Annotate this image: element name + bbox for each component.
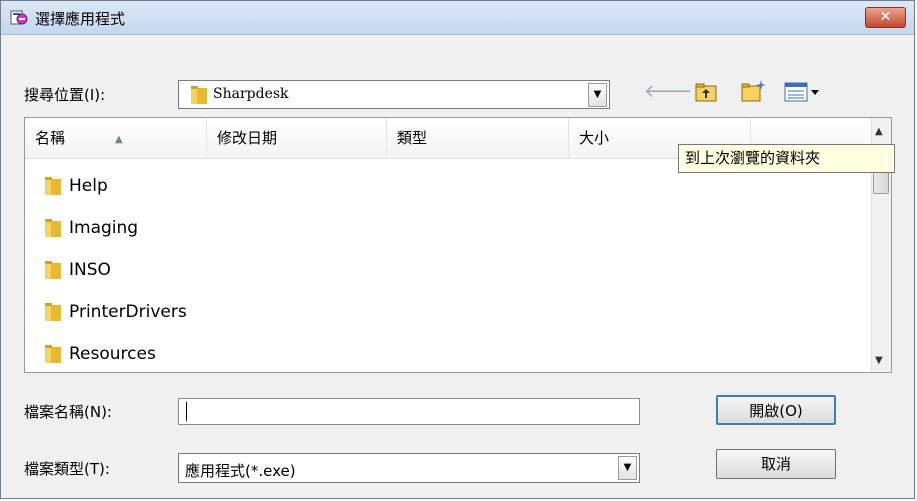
back-arrow-icon[interactable]: 🡐 bbox=[644, 81, 692, 102]
file-name: PrinterDrivers bbox=[69, 302, 187, 322]
filetype-combobox[interactable]: 應用程式(*.exe) ▼ bbox=[178, 453, 640, 483]
column-header-modified[interactable]: 修改日期 bbox=[207, 118, 387, 158]
close-button[interactable]: ✕ bbox=[865, 7, 906, 28]
list-item[interactable]: INSO bbox=[45, 255, 111, 285]
filetype-value: 應用程式(*.exe) bbox=[185, 462, 296, 480]
list-item[interactable]: Resources bbox=[45, 339, 156, 369]
lookin-value: Sharpdesk bbox=[213, 86, 289, 102]
open-with-dialog: 選擇應用程式 ✕ 搜尋位置(I): Sharpdesk ▼ 🡐 名稱 ▲ 修改日… bbox=[0, 0, 915, 499]
filetype-label: 檔案類型(T): bbox=[24, 460, 110, 478]
lookin-combobox[interactable]: Sharpdesk ▼ bbox=[178, 80, 610, 109]
sort-up-icon: ▲ bbox=[115, 134, 123, 145]
text-caret bbox=[186, 402, 187, 421]
folder-icon bbox=[45, 303, 61, 321]
column-label: 類型 bbox=[397, 129, 428, 147]
scroll-up-icon[interactable]: ▲ bbox=[875, 126, 883, 137]
title-bar: 選擇應用程式 ✕ bbox=[1, 1, 914, 35]
close-icon: ✕ bbox=[879, 9, 892, 25]
lookin-label: 搜尋位置(I): bbox=[24, 86, 106, 104]
column-label: 大小 bbox=[579, 129, 610, 147]
filetype-dropdown-button[interactable]: ▼ bbox=[618, 456, 637, 480]
tooltip: 到上次瀏覽的資料夾 bbox=[678, 144, 895, 173]
filename-input[interactable] bbox=[178, 398, 640, 425]
file-name: Imaging bbox=[69, 218, 139, 238]
window-title: 選擇應用程式 bbox=[35, 10, 126, 28]
file-name: INSO bbox=[69, 260, 111, 280]
scroll-down-icon[interactable]: ▼ bbox=[875, 355, 883, 366]
column-label: 修改日期 bbox=[217, 129, 278, 147]
folder-icon bbox=[45, 177, 61, 195]
folder-icon bbox=[191, 86, 207, 104]
new-folder-icon[interactable] bbox=[741, 79, 767, 102]
column-header-name[interactable]: 名稱 ▲ bbox=[25, 118, 207, 158]
column-header-type[interactable]: 類型 bbox=[387, 118, 569, 158]
up-folder-icon[interactable] bbox=[695, 82, 717, 102]
file-name: Resources bbox=[69, 344, 156, 364]
view-menu-icon[interactable] bbox=[784, 82, 822, 102]
chevron-down-icon: ▼ bbox=[623, 462, 632, 473]
folder-icon bbox=[45, 345, 61, 363]
file-name: Help bbox=[69, 176, 108, 196]
list-item[interactable]: Help bbox=[45, 171, 108, 201]
chevron-down-icon: ▼ bbox=[593, 89, 602, 100]
cancel-button[interactable]: 取消 bbox=[716, 449, 836, 479]
list-item[interactable]: Imaging bbox=[45, 213, 138, 243]
app-icon bbox=[10, 10, 28, 25]
lookin-dropdown-button[interactable]: ▼ bbox=[588, 83, 607, 107]
folder-icon bbox=[45, 261, 61, 279]
column-label: 名稱 bbox=[35, 129, 66, 147]
folder-icon bbox=[45, 219, 61, 237]
filename-label: 檔案名稱(N): bbox=[24, 403, 112, 421]
list-item[interactable]: PrinterDrivers bbox=[45, 297, 187, 327]
open-button[interactable]: 開啟(O) bbox=[716, 395, 836, 425]
